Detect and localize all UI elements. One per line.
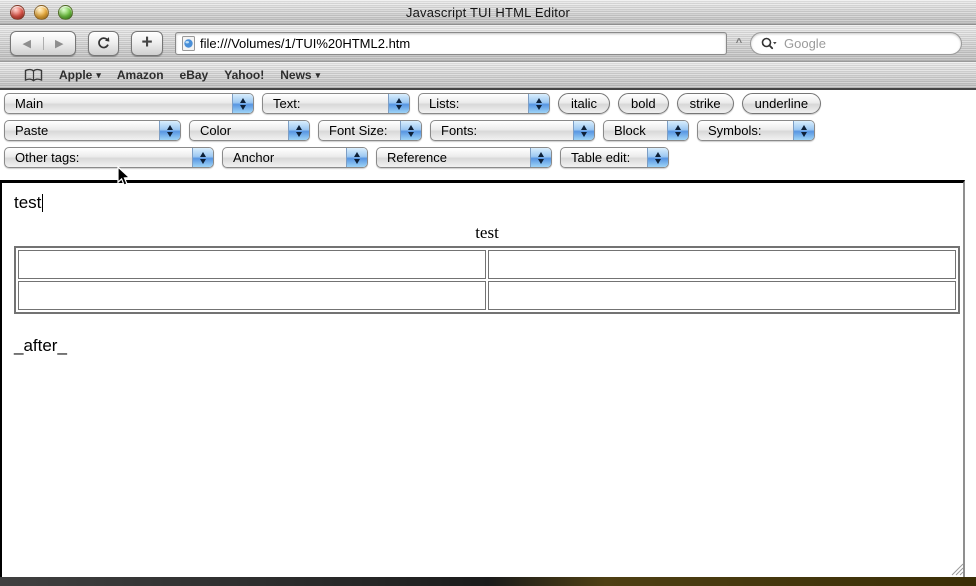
popup-arrows-icon: [159, 121, 180, 140]
popup-block[interactable]: Block: [603, 120, 689, 141]
popup-label: Font Size:: [329, 123, 388, 138]
search-icon[interactable]: [761, 37, 777, 50]
minimize-icon[interactable]: [34, 5, 49, 20]
bookmark-apple[interactable]: Apple ▾: [59, 68, 101, 82]
popup-label: Other tags:: [15, 150, 80, 165]
editor-text: test: [14, 193, 42, 212]
browser-toolbar: ◀ ▶ + ^: [0, 25, 976, 62]
table-cell[interactable]: [18, 281, 486, 310]
popup-arrows-icon: [573, 121, 594, 140]
button-strike[interactable]: strike: [676, 93, 734, 114]
popup-label: Fonts:: [441, 123, 478, 138]
popup-arrows-icon: [388, 94, 409, 113]
popup-label: Paste: [15, 123, 49, 138]
button-italic[interactable]: italic: [558, 93, 611, 114]
table-cell[interactable]: [488, 250, 956, 279]
snapback-icon[interactable]: ^: [732, 38, 746, 49]
back-button[interactable]: ◀: [11, 36, 44, 50]
popup-label: Block: [614, 123, 646, 138]
toolbar-row: Paste Color Font Size: Fonts: Block Symbols:: [4, 120, 976, 141]
search-input[interactable]: [782, 34, 951, 52]
back-icon: ◀: [22, 37, 31, 50]
editor-area[interactable]: test test _after_: [0, 180, 965, 577]
menu-arrow-icon: ▾: [315, 69, 321, 80]
popup-paste[interactable]: Paste: [4, 120, 181, 141]
button-underline[interactable]: underline: [741, 93, 822, 114]
editor-toolbar: Main Text: Lists: italic bold strike underline…: [0, 90, 976, 174]
window-controls: [10, 5, 73, 20]
reload-button[interactable]: [88, 30, 119, 56]
toolbar-row: Main Text: Lists: italic bold strike underline: [4, 93, 976, 114]
popup-fonts[interactable]: Fonts:: [430, 120, 595, 141]
popup-main[interactable]: Main: [4, 93, 254, 114]
popup-arrows-icon: [647, 148, 668, 167]
search-field[interactable]: [750, 31, 962, 55]
address-input[interactable]: [200, 35, 720, 51]
title-bar[interactable]: Javascript TUI HTML Editor: [0, 0, 976, 25]
menu-arrow-icon: ▾: [96, 69, 101, 80]
popup-arrows-icon: [667, 121, 688, 140]
plus-icon: +: [141, 32, 153, 53]
bookmarks-list: Apple ▾ Amazon eBay Yahoo! News ▾: [59, 68, 336, 82]
popup-color[interactable]: Color: [189, 120, 310, 141]
popup-label: Reference: [387, 150, 447, 165]
close-icon[interactable]: [10, 5, 25, 20]
popup-arrows-icon: [793, 121, 814, 140]
popup-anchor[interactable]: Anchor: [222, 147, 368, 168]
back-forward-control: ◀ ▶: [10, 30, 76, 56]
popup-arrows-icon: [400, 121, 421, 140]
editor-table: test: [14, 219, 960, 314]
popup-arrows-icon: [528, 94, 549, 113]
popup-label: Main: [15, 96, 44, 111]
window-title: Javascript TUI HTML Editor: [405, 4, 571, 20]
forward-button[interactable]: ▶: [44, 37, 76, 50]
popup-reference[interactable]: Reference: [376, 147, 552, 168]
popup-arrows-icon: [192, 148, 213, 167]
table-cell[interactable]: [488, 281, 956, 310]
popup-font-size[interactable]: Font Size:: [318, 120, 422, 141]
popup-table-edit[interactable]: Table edit:: [560, 147, 669, 168]
reload-icon: [98, 36, 110, 48]
table-caption: test: [475, 223, 499, 242]
popup-arrows-icon: [530, 148, 551, 167]
popup-lists[interactable]: Lists:: [418, 93, 550, 114]
editor-table-body: [18, 250, 956, 310]
popup-arrows-icon: [288, 121, 309, 140]
bookmarks-bar: Apple ▾ Amazon eBay Yahoo! News ▾: [0, 62, 976, 90]
address-bar[interactable]: [175, 31, 727, 55]
popup-label: Symbols:: [708, 123, 762, 138]
popup-label: Text:: [273, 96, 301, 111]
popup-label: Anchor: [233, 150, 275, 165]
popup-label: Lists:: [429, 96, 460, 111]
popup-symbols[interactable]: Symbols:: [697, 120, 815, 141]
forward-icon: ▶: [55, 37, 64, 50]
page-favicon: [182, 35, 195, 51]
bookmarks-book-icon[interactable]: [24, 68, 43, 82]
zoom-icon[interactable]: [58, 5, 73, 20]
bookmark-news[interactable]: News ▾: [280, 68, 320, 82]
editor-text-line: test: [14, 193, 961, 213]
browser-window: Javascript TUI HTML Editor ◀ ▶ + ^: [0, 0, 976, 586]
popup-arrows-icon: [346, 148, 367, 167]
editor-after-text: _after_: [14, 336, 67, 355]
desktop-background: [0, 577, 976, 586]
bookmark-ebay[interactable]: eBay: [180, 68, 209, 82]
popup-arrows-icon: [232, 94, 253, 113]
popup-label: Table edit:: [571, 150, 631, 165]
button-bold[interactable]: bold: [618, 93, 669, 114]
popup-other-tags[interactable]: Other tags:: [4, 147, 214, 168]
toolbar-row: Other tags: Anchor Reference Table edit:: [4, 147, 976, 168]
table-row: [18, 250, 956, 279]
resize-grip[interactable]: [948, 560, 964, 576]
table-row: [18, 281, 956, 310]
popup-label: Color: [200, 123, 232, 138]
bookmark-yahoo[interactable]: Yahoo!: [224, 68, 264, 82]
bookmark-amazon[interactable]: Amazon: [117, 68, 164, 82]
table-cell[interactable]: [18, 250, 486, 279]
text-caret: [42, 194, 44, 212]
page-content: Main Text: Lists: italic bold strike underline…: [0, 90, 976, 577]
add-bookmark-button[interactable]: +: [131, 30, 163, 56]
popup-text[interactable]: Text:: [262, 93, 410, 114]
